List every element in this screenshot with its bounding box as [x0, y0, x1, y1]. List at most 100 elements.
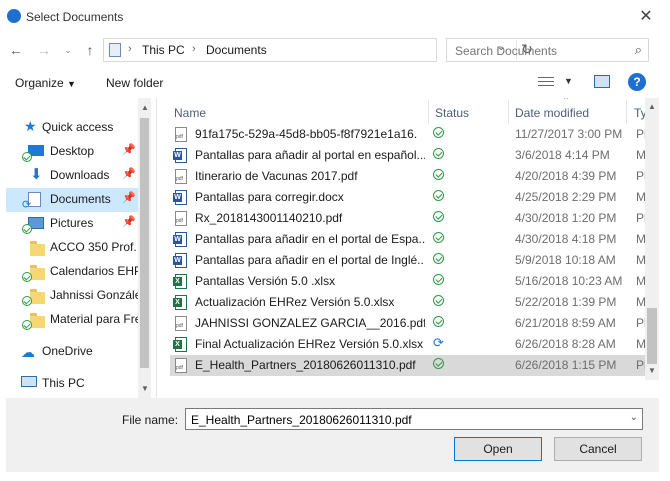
- back-arrow-icon[interactable]: ←: [6, 41, 26, 59]
- file-row[interactable]: Itinerario de Vacunas 2017.pdf 4/20/2018 …: [170, 166, 650, 187]
- sidebar-item-jahnissi-gonzalez[interactable]: Jahnissi González: [6, 284, 149, 308]
- sidebar-item-documents[interactable]: ⟳ Documents 📌: [6, 188, 149, 212]
- new-folder-button[interactable]: New folder: [106, 76, 163, 90]
- file-name-input[interactable]: [189, 411, 623, 429]
- file-row[interactable]: JAHNISSI GONZALEZ GARCIA__2016.pdf 6/21/2…: [170, 313, 650, 334]
- column-header-name[interactable]: Name: [174, 106, 206, 120]
- pin-icon: 📌: [122, 168, 136, 180]
- preview-pane-icon[interactable]: [594, 75, 610, 88]
- title-bar: Select Documents ✕: [0, 0, 670, 34]
- organize-label: Organize: [15, 76, 64, 90]
- scroll-down-arrow-icon[interactable]: ▼: [648, 366, 656, 375]
- forward-arrow-icon[interactable]: →: [34, 41, 54, 59]
- breadcrumb-this-pc[interactable]: This PC: [142, 43, 185, 57]
- sidebar-item-acco-350[interactable]: ACCO 350 Prof.: [6, 236, 149, 260]
- file-row[interactable]: Pantallas para añadir en el portal de In…: [170, 250, 650, 271]
- cloud-icon: ☁: [21, 344, 35, 360]
- file-name: Pantallas para corregir.docx: [195, 190, 344, 204]
- sidebar-item-this-pc[interactable]: This PC: [6, 372, 149, 396]
- search-input[interactable]: [453, 42, 627, 60]
- file-row[interactable]: 91fa175c-529a-45d8-bb05-f8f7921e1a16. 11/…: [170, 124, 650, 145]
- sidebar-item-label: Material para Fre: [50, 312, 138, 326]
- scrollbar-thumb[interactable]: [647, 308, 657, 364]
- word-file-icon: [173, 148, 187, 163]
- column-separator[interactable]: [428, 100, 429, 124]
- file-name: Pantallas Versión 5.0 .xlsx: [195, 274, 336, 288]
- star-icon: ★: [24, 118, 37, 134]
- recent-locations-chevron-icon[interactable]: ⌄: [58, 41, 78, 59]
- file-date-modified: 4/25/2018 2:29 PM: [515, 190, 617, 204]
- navigation-bar: ← → ⌄ ↑ › This PC › Documents ⌄ ↻ ⌕: [0, 34, 670, 66]
- sync-pending-icon: ⟳: [22, 199, 32, 211]
- file-list-scrollbar[interactable]: ▲ ▼: [645, 98, 659, 380]
- file-name-dropdown-icon[interactable]: ⌄: [630, 412, 638, 423]
- search-box[interactable]: ⌕: [446, 38, 649, 62]
- file-row[interactable]: Pantallas para añadir al portal en españ…: [170, 145, 650, 166]
- sidebar-item-onedrive[interactable]: ☁ OneDrive: [6, 340, 149, 364]
- file-date-modified: 4/30/2018 4:18 PM: [515, 232, 617, 246]
- sidebar-item-downloads[interactable]: ⬇ Downloads 📌: [6, 164, 149, 188]
- file-date-modified: 6/26/2018 8:28 AM: [515, 337, 616, 351]
- excel-file-icon: [173, 337, 187, 352]
- file-name: Pantallas para añadir en el portal de Es…: [195, 232, 425, 246]
- help-icon[interactable]: ?: [628, 73, 646, 91]
- file-row[interactable]: Pantallas Versión 5.0 .xlsx 5/16/2018 10:…: [170, 271, 650, 292]
- sidebar-item-label: ACCO 350 Prof.: [50, 240, 137, 254]
- file-date-modified: 6/21/2018 8:59 AM: [515, 316, 616, 330]
- synced-check-icon: [433, 211, 444, 222]
- sidebar-item-label: OneDrive: [42, 344, 93, 358]
- column-separator[interactable]: [508, 100, 509, 124]
- file-row[interactable]: Pantallas para corregir.docx 4/25/2018 2:…: [170, 187, 650, 208]
- sync-status-icon: [22, 272, 32, 282]
- view-options-chevron-icon[interactable]: ▼: [564, 76, 573, 86]
- synced-check-icon: [433, 232, 444, 243]
- scroll-up-arrow-icon[interactable]: ▲: [648, 102, 656, 111]
- file-row[interactable]: Pantallas para añadir en el portal de Es…: [170, 229, 650, 250]
- synced-check-icon: [433, 295, 444, 306]
- file-name-combobox[interactable]: ⌄: [185, 408, 643, 430]
- sidebar-item-label: Documents: [50, 192, 111, 206]
- close-icon[interactable]: ✕: [636, 7, 656, 27]
- scroll-down-arrow-icon[interactable]: ▼: [141, 384, 149, 393]
- column-header-status[interactable]: Status: [435, 106, 469, 120]
- scroll-up-arrow-icon[interactable]: ▲: [141, 103, 149, 112]
- file-row[interactable]: Actualización EHRez Versión 5.0.xlsx 5/22…: [170, 292, 650, 313]
- sidebar-item-pictures[interactable]: Pictures 📌: [6, 212, 149, 236]
- dialog-footer: File name: ⌄ Open Cancel: [6, 398, 659, 472]
- open-button[interactable]: Open: [454, 437, 542, 461]
- file-row[interactable]: Rx_2018143001140210.pdf 4/30/2018 1:20 PM…: [170, 208, 650, 229]
- file-name: JAHNISSI GONZALEZ GARCIA__2016.pdf: [195, 316, 425, 330]
- this-pc-icon: [109, 43, 121, 57]
- sidebar-item-label: Pictures: [50, 216, 94, 230]
- synced-check-icon: [433, 190, 444, 201]
- column-header-date-modified[interactable]: Date modified: [515, 106, 589, 120]
- up-arrow-icon[interactable]: ↑: [80, 41, 100, 59]
- column-separator[interactable]: [626, 100, 627, 124]
- address-bar[interactable]: › This PC › Documents ⌄ ↻: [103, 38, 533, 62]
- scrollbar-thumb[interactable]: [140, 118, 149, 368]
- file-date-modified: 5/16/2018 10:23 AM: [515, 274, 623, 288]
- file-name: Itinerario de Vacunas 2017.pdf: [195, 169, 358, 183]
- file-row[interactable]: Final Actualización EHRez Versión 5.0.xl…: [170, 334, 650, 355]
- organize-chevron-icon: ▼: [67, 79, 76, 89]
- sidebar-item-material-para-fre[interactable]: Material para Fre: [6, 308, 149, 332]
- file-name: Actualización EHRez Versión 5.0.xlsx: [195, 295, 395, 309]
- sidebar-item-desktop[interactable]: Desktop 📌: [6, 140, 149, 164]
- sidebar-item-quick-access[interactable]: ★ Quick access: [6, 116, 149, 140]
- file-date-modified: 11/27/2017 3:00 PM: [515, 127, 623, 141]
- pdf-file-icon: [175, 358, 187, 373]
- file-row[interactable]: E_Health_Partners_20180626011310.pdf 6/26…: [170, 355, 650, 376]
- word-file-icon: [173, 190, 187, 205]
- synced-check-icon: [433, 358, 444, 369]
- sidebar-item-calendarios-ehp[interactable]: Calendarios EHP: [6, 260, 149, 284]
- view-details-icon[interactable]: [538, 76, 554, 88]
- navigation-pane-scrollbar[interactable]: ▲ ▼: [138, 98, 151, 398]
- sidebar-item-label: Desktop: [50, 144, 95, 158]
- breadcrumb-documents[interactable]: Documents: [206, 43, 267, 57]
- navigation-pane: ★ Quick access Desktop 📌 ⬇ Downloads 📌 ⟳…: [6, 98, 149, 398]
- sidebar-item-label: Jahnissi González: [50, 288, 138, 302]
- cancel-button[interactable]: Cancel: [554, 437, 642, 461]
- file-date-modified: 5/9/2018 10:18 AM: [515, 253, 616, 267]
- pane-divider[interactable]: [156, 98, 157, 398]
- organize-menu[interactable]: Organize ▼: [15, 76, 76, 90]
